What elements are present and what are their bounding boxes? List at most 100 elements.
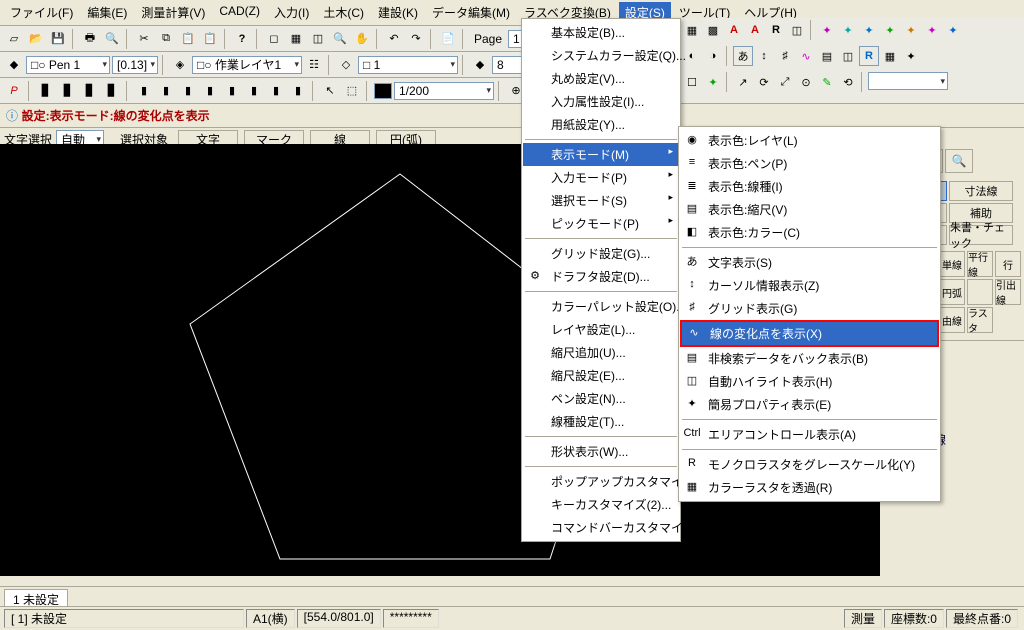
- r1-10-icon[interactable]: ✦: [880, 20, 900, 40]
- submenu-item-12[interactable]: ✦簡易プロパティ表示(E): [680, 393, 939, 416]
- page-icon[interactable]: 📄: [438, 29, 458, 49]
- menu1-item-23[interactable]: ポップアップカスタマイズ(1)...: [523, 470, 679, 493]
- cut-icon[interactable]: ✂: [134, 29, 154, 49]
- sel-icon[interactable]: ◫: [308, 29, 328, 49]
- menu1-item-25[interactable]: コマンドバーカスタマイズ(3)...: [523, 516, 679, 539]
- paste-icon[interactable]: 📋: [178, 29, 198, 49]
- col8-icon[interactable]: ▮: [288, 81, 308, 101]
- r2-7-icon[interactable]: ▤: [817, 46, 837, 66]
- help-icon[interactable]: ?: [232, 29, 252, 49]
- submenu-item-10[interactable]: ▤非検索データをバック表示(B): [680, 347, 939, 370]
- menu1-item-9[interactable]: ピックモード(P): [523, 212, 679, 235]
- tool-9[interactable]: 引出線: [995, 279, 1021, 305]
- arrow2-icon[interactable]: ⬚: [342, 81, 362, 101]
- submenu-item-0[interactable]: ◉表示色:レイヤ(L): [680, 129, 939, 152]
- menu-7[interactable]: データ編集(M): [426, 2, 516, 23]
- arrow-icon[interactable]: ↖: [320, 81, 340, 101]
- menu1-item-3[interactable]: 入力属性設定(I)...: [523, 90, 679, 113]
- submenu-item-3[interactable]: ▤表示色:縮尺(V): [680, 198, 939, 221]
- r2-10-icon[interactable]: ▦: [880, 46, 900, 66]
- menu1-item-21[interactable]: 形状表示(W)...: [523, 440, 679, 463]
- menu1-item-0[interactable]: 基本設定(B)...: [523, 21, 679, 44]
- menu1-item-17[interactable]: 縮尺設定(E)...: [523, 364, 679, 387]
- submenu-item-17[interactable]: ▦カラーラスタを透過(R): [680, 476, 939, 499]
- r1-8-icon[interactable]: ✦: [838, 20, 858, 40]
- menu-6[interactable]: 建設(K): [372, 2, 424, 23]
- r2-2-icon[interactable]: ◑: [703, 46, 723, 66]
- preview-icon[interactable]: 🔍: [102, 29, 122, 49]
- redo-icon[interactable]: ↷: [406, 29, 426, 49]
- undo-icon[interactable]: ↶: [384, 29, 404, 49]
- submenu-item-14[interactable]: Ctrlエリアコントロール表示(A): [680, 423, 939, 446]
- ratio-combo[interactable]: 1/200: [394, 82, 494, 100]
- copy-icon[interactable]: ⧉: [156, 29, 176, 49]
- menu-4[interactable]: 入力(I): [268, 2, 315, 23]
- all-icon[interactable]: ◻: [264, 29, 284, 49]
- r2-6-icon[interactable]: ∿: [796, 46, 816, 66]
- menu1-item-4[interactable]: 用紙設定(Y)...: [523, 113, 679, 136]
- tool-13[interactable]: ラスタ: [967, 307, 993, 333]
- save-icon[interactable]: 💾: [48, 29, 68, 49]
- r2-3-icon[interactable]: あ: [733, 46, 753, 66]
- menu1-item-18[interactable]: ペン設定(N)...: [523, 387, 679, 410]
- submenu-item-4[interactable]: ◧表示色:カラー(C): [680, 221, 939, 244]
- menu-0[interactable]: ファイル(F): [4, 2, 79, 23]
- r3-4-icon[interactable]: ⟳: [754, 72, 774, 92]
- tool-7[interactable]: 円弧: [939, 279, 965, 305]
- r1-3-icon[interactable]: A: [724, 20, 744, 40]
- r1-1-icon[interactable]: ▦: [682, 20, 702, 40]
- menu1-item-8[interactable]: 選択モード(S): [523, 189, 679, 212]
- search-icon[interactable]: 🔍: [945, 149, 973, 173]
- bg-swatch[interactable]: [374, 83, 392, 99]
- r3-7-icon[interactable]: ✎: [817, 72, 837, 92]
- tool-2[interactable]: 単線: [939, 251, 965, 277]
- r3-2-icon[interactable]: ✦: [703, 72, 723, 92]
- r3-1-icon[interactable]: ☐: [682, 72, 702, 92]
- zoom-icon[interactable]: 🔍: [330, 29, 350, 49]
- r1-13-icon[interactable]: ✦: [943, 20, 963, 40]
- col5-icon[interactable]: ▮: [222, 81, 242, 101]
- r1-2-icon[interactable]: ▩: [703, 20, 723, 40]
- display-mode-submenu[interactable]: ◉表示色:レイヤ(L)≡表示色:ペン(P)≣表示色:線種(I)▤表示色:縮尺(V…: [678, 126, 941, 502]
- new-icon[interactable]: ▱: [4, 29, 24, 49]
- menu1-item-19[interactable]: 線種設定(T)...: [523, 410, 679, 433]
- menu1-item-14[interactable]: カラーパレット設定(O)...: [523, 295, 679, 318]
- layerlist-icon[interactable]: ☷: [304, 55, 324, 75]
- tool-3[interactable]: 平行線: [967, 251, 993, 277]
- tool-4[interactable]: 行: [995, 251, 1021, 277]
- menu1-item-24[interactable]: キーカスタマイズ(2)...: [523, 493, 679, 516]
- color-icon[interactable]: ◆: [470, 55, 490, 75]
- submenu-item-11[interactable]: ◫自動ハイライト表示(H): [680, 370, 939, 393]
- col7-icon[interactable]: ▮: [266, 81, 286, 101]
- win-icon[interactable]: ▦: [286, 29, 306, 49]
- layer2-icon[interactable]: ◈: [170, 55, 190, 75]
- settings-menu[interactable]: 基本設定(B)...システムカラー設定(Q)...丸め設定(V)...入力属性設…: [521, 18, 681, 542]
- layer-icon[interactable]: ◆: [4, 55, 24, 75]
- menu-5[interactable]: 土木(C): [317, 2, 370, 23]
- col4-icon[interactable]: ▮: [200, 81, 220, 101]
- r1-9-icon[interactable]: ✦: [859, 20, 879, 40]
- submenu-item-16[interactable]: Rモノクロラスタをグレースケール化(Y): [680, 453, 939, 476]
- pan-icon[interactable]: ✋: [352, 29, 372, 49]
- layer-combo[interactable]: □○ 作業レイヤ1: [192, 56, 302, 74]
- menu-1[interactable]: 編集(E): [81, 2, 133, 23]
- tool-8[interactable]: [967, 279, 993, 305]
- r2-5-icon[interactable]: ♯: [775, 46, 795, 66]
- p-icon[interactable]: P: [4, 81, 24, 101]
- cat-1[interactable]: 寸法線: [949, 181, 1013, 201]
- r2-9-icon[interactable]: R: [859, 46, 879, 66]
- menu-3[interactable]: CAD(Z): [213, 2, 266, 23]
- col-icon[interactable]: ▮: [134, 81, 154, 101]
- col2-icon[interactable]: ▮: [156, 81, 176, 101]
- r1-6-icon[interactable]: ◫: [787, 20, 807, 40]
- r2-4-icon[interactable]: ↕: [754, 46, 774, 66]
- menu1-item-16[interactable]: 縮尺追加(U)...: [523, 341, 679, 364]
- scale-icon[interactable]: ◇: [336, 55, 356, 75]
- menu-2[interactable]: 測量計算(V): [135, 2, 211, 23]
- r3-6-icon[interactable]: ⊙: [796, 72, 816, 92]
- wall2-icon[interactable]: ▊: [58, 81, 78, 101]
- menu1-item-1[interactable]: システムカラー設定(Q)...: [523, 44, 679, 67]
- submenu-item-6[interactable]: あ文字表示(S): [680, 251, 939, 274]
- r1-12-icon[interactable]: ✦: [922, 20, 942, 40]
- scale-combo[interactable]: □ 1: [358, 56, 458, 74]
